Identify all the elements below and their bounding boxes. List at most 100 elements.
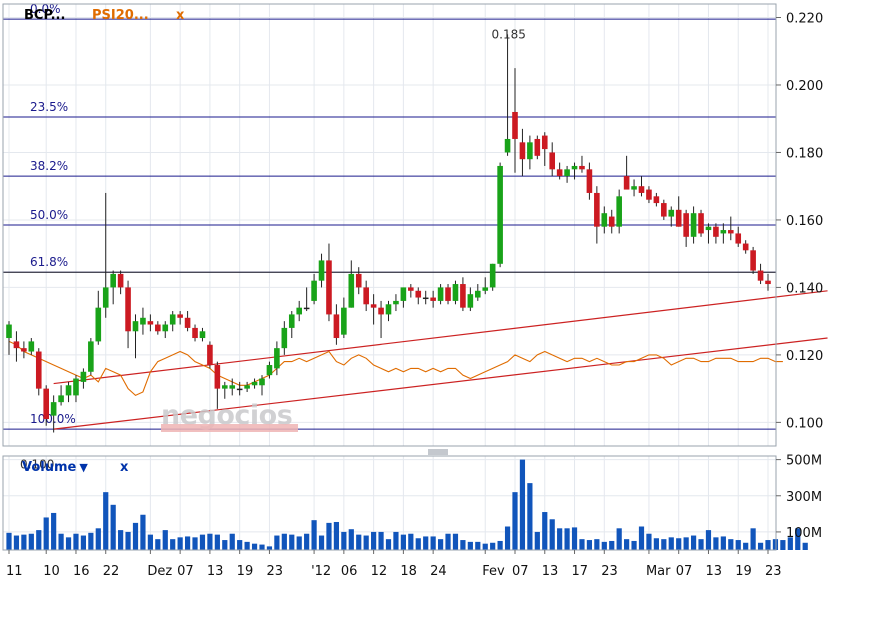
candle (393, 294, 399, 312)
candle-body (594, 192, 600, 227)
volume-bar (497, 540, 503, 550)
fib-label: 61.8% (30, 255, 68, 269)
volume-bar (504, 526, 511, 550)
volume-bar (720, 536, 726, 550)
candle (564, 165, 570, 183)
y-tick-label: 0.140 (786, 281, 823, 296)
candle-body (117, 273, 124, 288)
volume-bar (765, 540, 771, 550)
candle (296, 300, 303, 322)
volume-y-tick-label: 100M (786, 526, 822, 541)
volume-bar (162, 530, 168, 550)
candle-body (169, 314, 176, 325)
candle (579, 155, 585, 173)
volume-bar (512, 492, 518, 550)
candle (653, 192, 660, 207)
candle-body (430, 297, 436, 301)
candle (244, 381, 250, 393)
candle-body (266, 365, 273, 376)
volume-bar (88, 532, 94, 550)
volume-bar (482, 543, 488, 550)
volume-bar (609, 540, 615, 550)
candle (95, 290, 102, 345)
volume-bar (705, 530, 712, 550)
volume-bar (6, 532, 12, 550)
candle (288, 311, 295, 339)
candle (616, 189, 622, 234)
x-tick-label: 10 (43, 564, 60, 579)
remove-volume-button[interactable]: x (120, 460, 128, 475)
volume-bar (199, 534, 206, 550)
candle (326, 243, 332, 322)
x-tick-label: 07 (676, 564, 693, 579)
volume-bar (750, 528, 756, 550)
x-tick-label: 16 (73, 564, 90, 579)
volume-bar (266, 546, 273, 550)
candle-body (549, 152, 556, 170)
candle-body (162, 324, 169, 332)
x-tick-label: 23 (266, 564, 283, 579)
volume-bar (378, 531, 384, 550)
candle-body (199, 331, 206, 339)
candle-body (177, 314, 183, 318)
x-tick-label: 19 (237, 564, 254, 579)
candle (504, 34, 511, 156)
candle-body (661, 203, 667, 217)
candle-body (155, 324, 161, 332)
x-tick-label: 18 (400, 564, 417, 579)
candle-body (646, 189, 652, 200)
candle-body (482, 287, 489, 291)
candle (571, 162, 578, 180)
candle (385, 300, 392, 322)
volume-bar (437, 539, 444, 550)
volume-bar (527, 483, 533, 550)
volume-bar (371, 531, 377, 550)
candle-body (504, 138, 511, 153)
candle (184, 311, 191, 332)
candle (50, 395, 57, 433)
candle-body (675, 209, 682, 227)
volume-dropdown[interactable]: Volume ▼ (22, 460, 88, 475)
candle-body (467, 294, 474, 308)
candle-body (192, 327, 198, 339)
candle (527, 135, 533, 170)
candle (207, 341, 213, 369)
volume-bar (475, 541, 481, 550)
candle (251, 378, 258, 389)
volume-bar (534, 531, 540, 550)
comparison-series (8, 340, 783, 397)
candle-body (393, 300, 399, 305)
candle (713, 223, 719, 244)
volume-bar (43, 517, 49, 550)
candle (668, 206, 675, 227)
candle-body (742, 243, 749, 251)
comparison-label[interactable]: PSI20... (92, 8, 149, 23)
candle-body (534, 138, 541, 156)
candle (378, 300, 384, 339)
candle (735, 226, 742, 247)
volume-bar (452, 533, 459, 550)
volume-bar (735, 540, 741, 550)
volume-bar (125, 531, 131, 550)
x-tick-label: 23 (765, 564, 782, 579)
candle (474, 284, 481, 301)
candlestick-series (6, 34, 771, 433)
candle (556, 162, 563, 180)
candle (303, 287, 310, 312)
y-tick-label: 0.120 (786, 349, 823, 364)
volume-bar (36, 530, 42, 550)
candle-body (512, 111, 518, 139)
candle-body (50, 402, 57, 416)
volume-bar (802, 542, 808, 550)
x-tick-label: Dez (147, 564, 172, 579)
candle-body (28, 341, 35, 352)
x-tick-label: 11 (6, 564, 23, 579)
candle (534, 135, 541, 160)
candle (408, 284, 414, 298)
candle-body (541, 135, 548, 150)
candle (765, 273, 771, 291)
remove-comparison-button[interactable]: x (176, 8, 184, 23)
symbol-label[interactable]: BCP... (24, 8, 65, 23)
volume-bar (683, 537, 689, 550)
x-tick-label: 07 (512, 564, 529, 579)
